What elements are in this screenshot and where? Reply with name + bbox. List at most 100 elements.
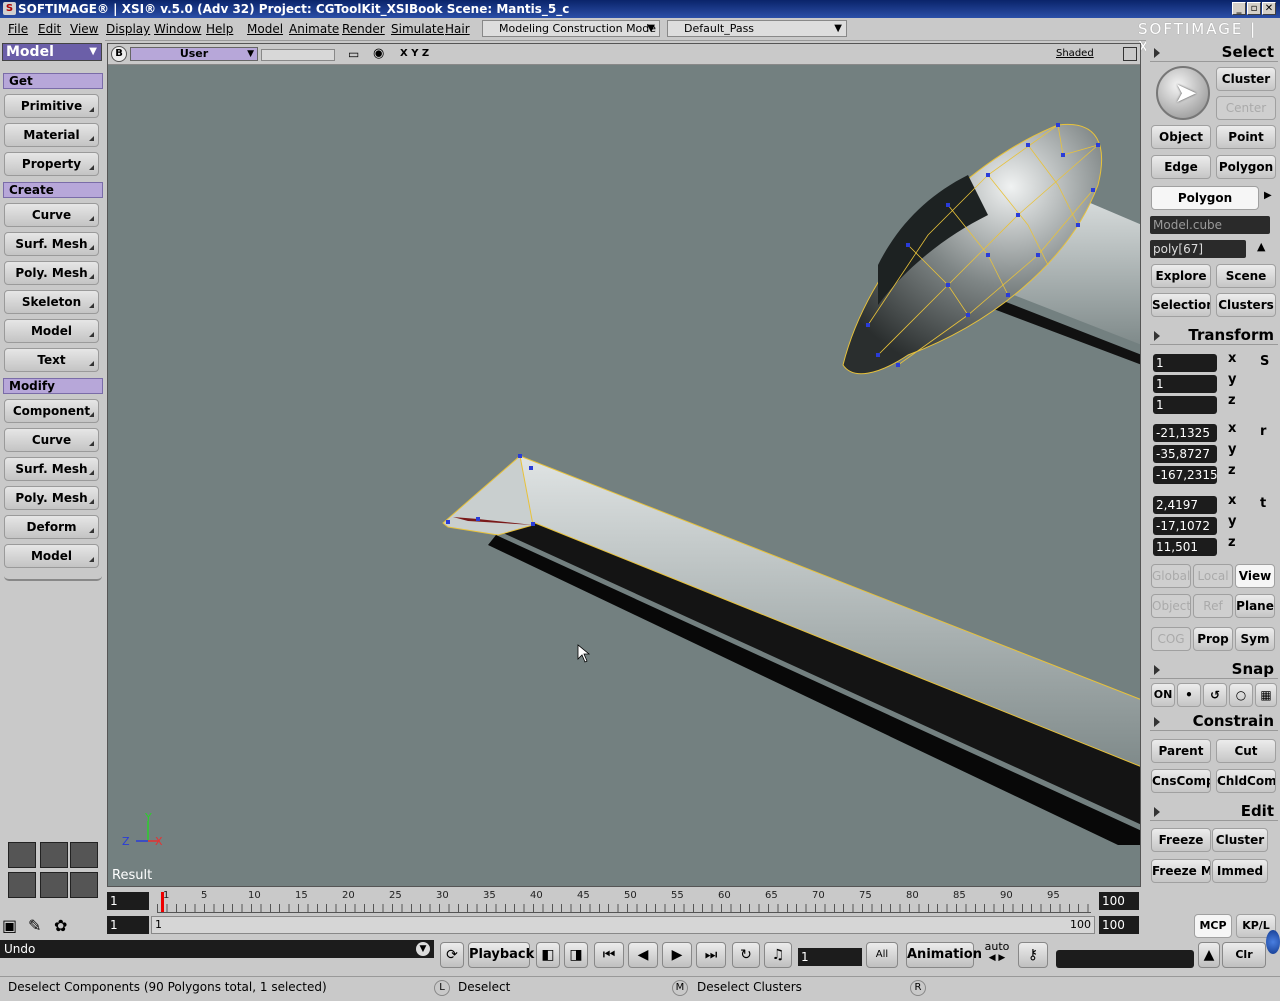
undo-field[interactable]: Undo ▼ [0, 940, 434, 958]
scale-label[interactable]: S [1260, 354, 1269, 369]
snap-grid-icon[interactable]: ▦ [1255, 683, 1277, 707]
scrub-icon[interactable]: ⟳ [440, 942, 464, 968]
plane-button[interactable]: Plane [1235, 594, 1275, 618]
timeline-ruler[interactable]: 1 5 10 15 20 25 30 35 40 45 50 55 60 65 … [157, 890, 1091, 913]
select-header[interactable]: Select [1150, 42, 1278, 62]
modify-surf-mesh-button[interactable]: Surf. Mesh [4, 457, 99, 481]
object-ref-button[interactable]: Object [1151, 594, 1191, 618]
clear-button[interactable]: Clr [1222, 942, 1266, 968]
snap-curve-icon[interactable]: ↺ [1203, 683, 1227, 707]
translation-x-label[interactable]: x [1228, 493, 1236, 508]
section-create[interactable]: Create [3, 182, 103, 198]
snap-on-button[interactable]: ON [1151, 683, 1175, 707]
menu-help[interactable]: Help [206, 22, 233, 36]
module-selector[interactable]: Model ▼ [2, 43, 102, 61]
animation-button[interactable]: Animation [906, 942, 982, 968]
edit-cluster-button[interactable]: Cluster [1212, 828, 1268, 852]
mcp-tab[interactable]: MCP [1194, 914, 1232, 938]
translation-z-field[interactable]: 11,501 [1153, 538, 1217, 556]
menu-window[interactable]: Window [154, 22, 201, 36]
translation-y-field[interactable]: -17,1072 [1153, 517, 1217, 535]
scale-z-field[interactable]: 1 [1153, 396, 1217, 414]
create-curve-button[interactable]: Curve [4, 203, 99, 227]
layout-quad-icon[interactable] [70, 842, 98, 868]
modify-poly-mesh-button[interactable]: Poly. Mesh [4, 486, 99, 510]
play-backward-icon[interactable]: ◀ [628, 942, 658, 968]
create-text-button[interactable]: Text [4, 348, 99, 372]
translation-z-label[interactable]: z [1228, 535, 1236, 550]
viewport[interactable]: B User ▼ ▭ ◉ X Y Z Shaded Y Z X Result [107, 43, 1141, 887]
object-button[interactable]: Object [1151, 125, 1211, 149]
close-button[interactable]: ✕ [1262, 2, 1276, 15]
prop-button[interactable]: Prop [1193, 627, 1233, 651]
transform-header[interactable]: Transform [1150, 325, 1278, 345]
timeline-end-field[interactable]: 100 [1099, 892, 1139, 910]
modify-component-button[interactable]: Component [4, 399, 99, 423]
freeze-m-button[interactable]: Freeze M [1151, 859, 1211, 883]
axis-buttons[interactable]: X Y Z [400, 48, 429, 59]
layout-vertical-icon[interactable] [40, 872, 68, 898]
scale-y-label[interactable]: y [1228, 372, 1236, 387]
construction-mode-select[interactable]: Modeling Construction Mode ▼ [482, 20, 660, 37]
menu-view[interactable]: View [70, 22, 98, 36]
range-slider[interactable]: 1 100 [151, 916, 1095, 934]
maximize-button[interactable]: ▫ [1247, 2, 1261, 15]
clusters-button[interactable]: Clusters [1216, 293, 1276, 317]
section-get[interactable]: Get [3, 73, 103, 89]
play-forward-icon[interactable]: ▶ [662, 942, 692, 968]
cnscomp-button[interactable]: CnsComp [1151, 769, 1211, 793]
edge-button[interactable]: Edge [1151, 155, 1211, 179]
rotation-y-label[interactable]: y [1228, 442, 1236, 457]
scale-z-label[interactable]: z [1228, 393, 1236, 408]
visibility-toggles[interactable] [261, 49, 335, 61]
modify-curve-button[interactable]: Curve [4, 428, 99, 452]
cluster-button[interactable]: Cluster [1216, 67, 1276, 91]
range-start-field[interactable]: 1 [107, 916, 149, 934]
material-button[interactable]: Material [4, 123, 99, 147]
modify-model-button[interactable]: Model [4, 544, 99, 568]
range-end-field[interactable]: 100 [1099, 916, 1139, 934]
brush-icon[interactable]: ✎ [28, 916, 41, 935]
explore-button[interactable]: Explore [1151, 264, 1211, 288]
pass-select[interactable]: Default_Pass ▼ [667, 20, 847, 37]
parent-button[interactable]: Parent [1151, 739, 1211, 763]
loop-icon[interactable]: ↻ [732, 942, 760, 968]
auto-key-toggle[interactable]: auto ◀ ▶ [980, 940, 1014, 972]
rotation-label[interactable]: r [1260, 424, 1266, 439]
point-button[interactable]: Point [1216, 125, 1276, 149]
rotation-z-field[interactable]: -167,2315 [1153, 466, 1218, 484]
cut-button[interactable]: Cut [1216, 739, 1276, 763]
rotation-x-field[interactable]: -21,1325 [1153, 424, 1217, 442]
chevron-down-icon[interactable]: ▼ [416, 942, 430, 956]
menu-display[interactable]: Display [106, 22, 150, 36]
rotation-z-label[interactable]: z [1228, 463, 1236, 478]
selected-object-field[interactable]: Model.cube [1150, 216, 1270, 234]
primitive-button[interactable]: Primitive [4, 94, 99, 118]
minimize-button[interactable]: _ [1232, 2, 1246, 15]
layout-single-icon[interactable] [8, 842, 36, 868]
menu-animate[interactable]: Animate [289, 22, 339, 36]
eye-icon[interactable]: ◉ [373, 46, 384, 61]
display-mode-select[interactable]: Shaded [1056, 48, 1094, 59]
immed-button[interactable]: Immed [1212, 859, 1268, 883]
menu-model[interactable]: Model [247, 22, 283, 36]
palette-icon[interactable]: ✿ [54, 916, 67, 935]
scale-x-field[interactable]: 1 [1153, 354, 1217, 372]
menu-render[interactable]: Render [342, 22, 385, 36]
selected-component-field[interactable]: poly[67] [1150, 240, 1246, 258]
view-button[interactable]: View [1235, 564, 1275, 588]
viewport-badge[interactable]: B [111, 46, 127, 62]
property-button[interactable]: Property [4, 152, 99, 176]
last-frame-icon[interactable]: ⏭ [696, 942, 726, 968]
rotation-y-field[interactable]: -35,8727 [1153, 445, 1217, 463]
chldcomp-button[interactable]: ChldComp [1216, 769, 1276, 793]
cog-button[interactable]: COG [1151, 627, 1191, 651]
help-orb-icon[interactable] [1266, 930, 1280, 954]
current-frame-field[interactable]: 1 [798, 948, 862, 966]
next-frame-icon[interactable]: ◨ [564, 942, 588, 968]
translation-y-label[interactable]: y [1228, 514, 1236, 529]
snap-header[interactable]: Snap [1150, 659, 1278, 679]
keyframe-field[interactable] [1056, 950, 1194, 968]
modify-deform-button[interactable]: Deform [4, 515, 99, 539]
constrain-header[interactable]: Constrain [1150, 711, 1278, 731]
